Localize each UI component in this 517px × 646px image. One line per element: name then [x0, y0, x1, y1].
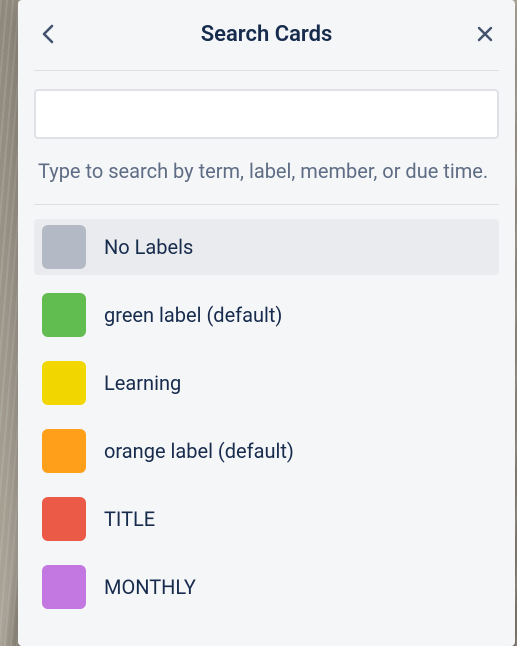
label-filter-list: No Labels green label (default) Learning or…	[34, 219, 499, 615]
label-color-swatch	[42, 225, 86, 269]
search-help-text: Type to search by term, label, member, o…	[34, 157, 499, 186]
label-option[interactable]: TITLE	[34, 491, 499, 547]
label-option[interactable]: orange label (default)	[34, 423, 499, 479]
label-option-text: Learning	[104, 371, 181, 395]
label-option[interactable]: Learning	[34, 355, 499, 411]
label-color-swatch	[42, 293, 86, 337]
back-button[interactable]	[34, 20, 62, 48]
chevron-left-icon	[41, 23, 55, 45]
divider	[34, 204, 499, 205]
label-color-swatch	[42, 497, 86, 541]
label-option-text: orange label (default)	[104, 439, 294, 463]
close-icon	[476, 25, 494, 43]
label-option-text: MONTHLY	[104, 575, 196, 599]
label-color-swatch	[42, 429, 86, 473]
label-option[interactable]: No Labels	[34, 219, 499, 275]
close-button[interactable]	[471, 20, 499, 48]
popover-header: Search Cards	[34, 12, 499, 56]
label-option[interactable]: MONTHLY	[34, 559, 499, 615]
search-input[interactable]	[34, 89, 499, 139]
popover-title: Search Cards	[201, 22, 333, 47]
label-option-text: TITLE	[104, 507, 155, 531]
label-color-swatch	[42, 565, 86, 609]
label-color-swatch	[42, 361, 86, 405]
label-option-text: green label (default)	[104, 303, 282, 327]
search-cards-popover: Search Cards Type to search by term, lab…	[18, 0, 515, 646]
divider	[34, 70, 499, 71]
label-option[interactable]: green label (default)	[34, 287, 499, 343]
label-option-text: No Labels	[104, 235, 193, 259]
